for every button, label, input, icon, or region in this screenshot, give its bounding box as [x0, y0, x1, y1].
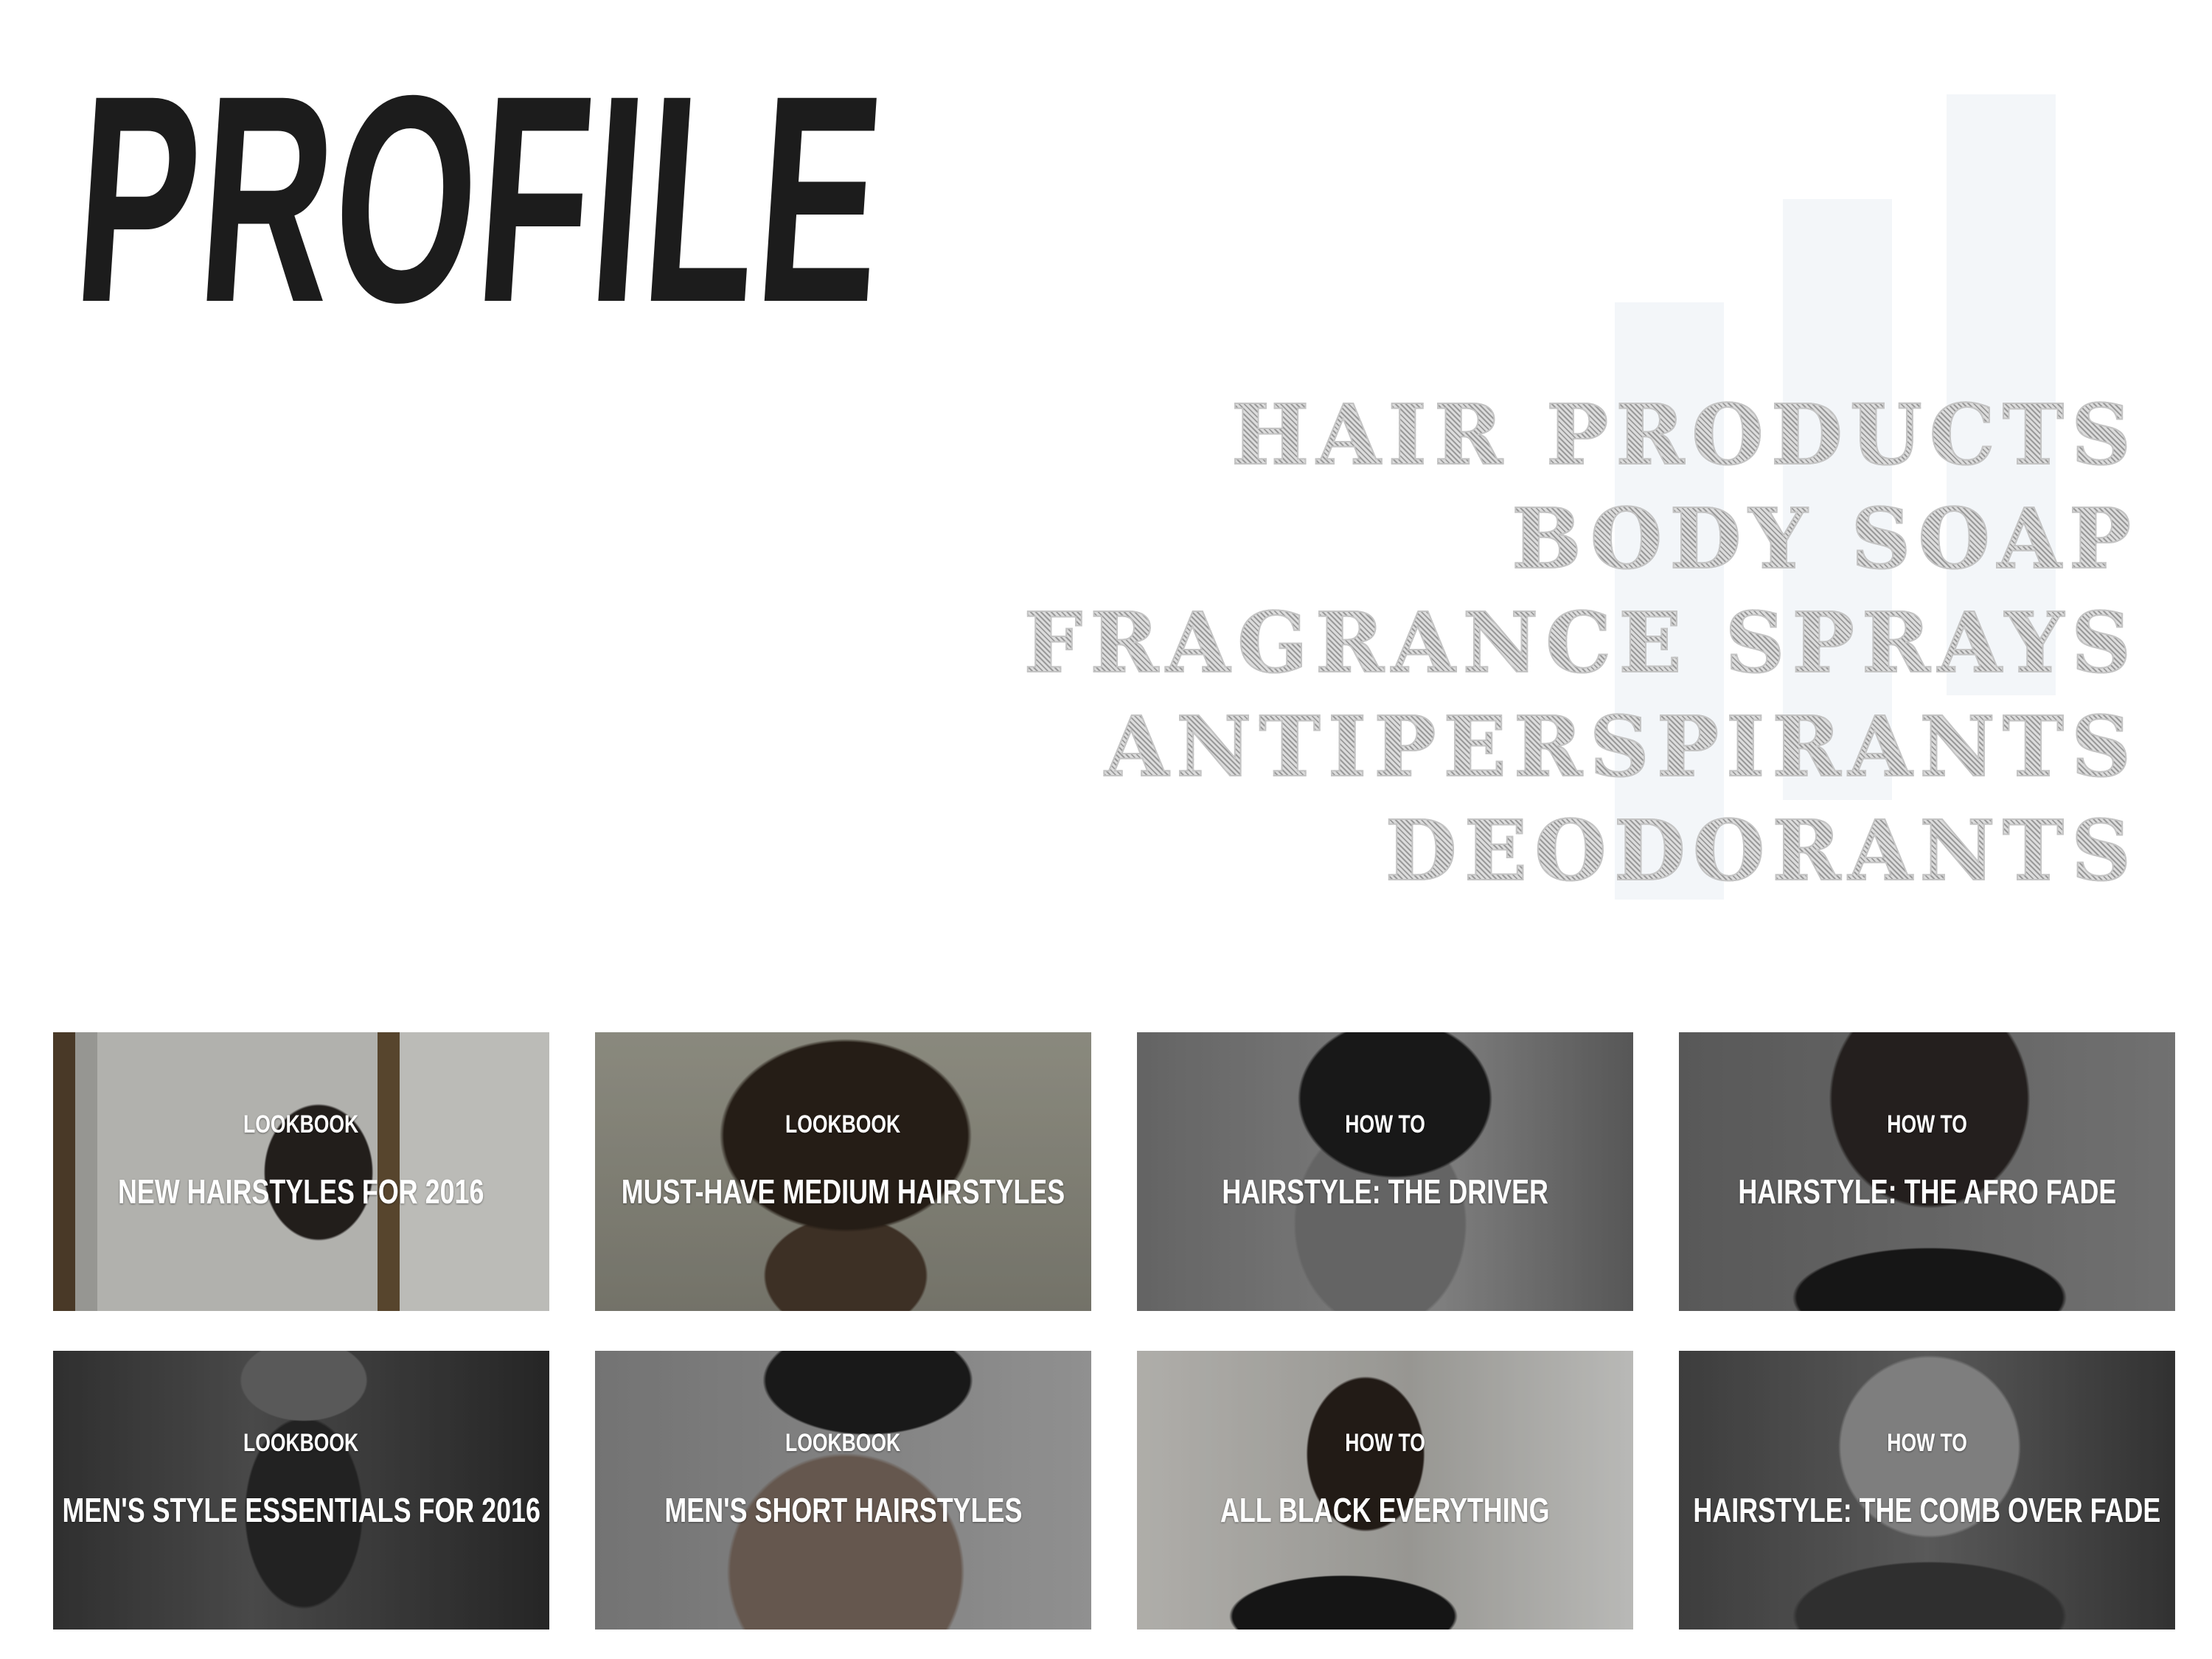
article-card[interactable]: HOW TO HAIRSTYLE: THE AFRO FADE — [1679, 1032, 2175, 1311]
category-fragrance-sprays[interactable]: FRAGRANCE SPRAYS — [1023, 591, 2138, 695]
article-card[interactable]: HOW TO HAIRSTYLE: THE COMB OVER FADE — [1679, 1351, 2175, 1630]
category-antiperspirants[interactable]: ANTIPERSPIRANTS — [1024, 695, 2138, 799]
article-card[interactable]: LOOKBOOK MEN'S STYLE ESSENTIALS FOR 2016 — [53, 1351, 549, 1630]
card-title: HAIRSTYLE: THE DRIVER — [1222, 1172, 1548, 1211]
card-title: MEN'S STYLE ESSENTIALS FOR 2016 — [62, 1490, 540, 1529]
article-card[interactable]: HOW TO ALL BLACK EVERYTHING — [1137, 1351, 1633, 1630]
card-category: HOW TO — [1887, 1110, 1967, 1138]
card-title: HAIRSTYLE: THE AFRO FADE — [1738, 1172, 2116, 1211]
article-card-grid: LOOKBOOK NEW HAIRSTYLES FOR 2016 LOOKBOO… — [53, 1032, 2175, 1631]
page-title: PROFILE — [66, 34, 894, 364]
card-category: LOOKBOOK — [243, 1428, 359, 1457]
card-title: MUST-HAVE MEDIUM HAIRSTYLES — [621, 1172, 1065, 1211]
article-card[interactable]: LOOKBOOK MEN'S SHORT HAIRSTYLES — [595, 1351, 1091, 1630]
card-title: NEW HAIRSTYLES FOR 2016 — [118, 1172, 484, 1211]
card-category: LOOKBOOK — [785, 1110, 901, 1138]
article-card[interactable]: HOW TO HAIRSTYLE: THE DRIVER — [1137, 1032, 1633, 1311]
card-category: LOOKBOOK — [785, 1428, 901, 1457]
card-title: ALL BLACK EVERYTHING — [1220, 1490, 1550, 1529]
card-category: LOOKBOOK — [243, 1110, 359, 1138]
article-card[interactable]: LOOKBOOK MUST-HAVE MEDIUM HAIRSTYLES — [595, 1032, 1091, 1311]
product-category-list: HAIR PRODUCTS BODY SOAP FRAGRANCE SPRAYS… — [1023, 383, 2138, 903]
card-category: HOW TO — [1345, 1428, 1425, 1457]
category-body-soap[interactable]: BODY SOAP — [1024, 487, 2138, 591]
article-card[interactable]: LOOKBOOK NEW HAIRSTYLES FOR 2016 — [53, 1032, 549, 1311]
category-hair-products[interactable]: HAIR PRODUCTS — [1024, 383, 2138, 487]
card-category: HOW TO — [1345, 1110, 1425, 1138]
card-title: HAIRSTYLE: THE COMB OVER FADE — [1693, 1490, 2161, 1529]
card-title: MEN'S SHORT HAIRSTYLES — [664, 1490, 1022, 1529]
category-deodorants[interactable]: DEODORANTS — [1024, 799, 2138, 903]
card-category: HOW TO — [1887, 1428, 1967, 1457]
